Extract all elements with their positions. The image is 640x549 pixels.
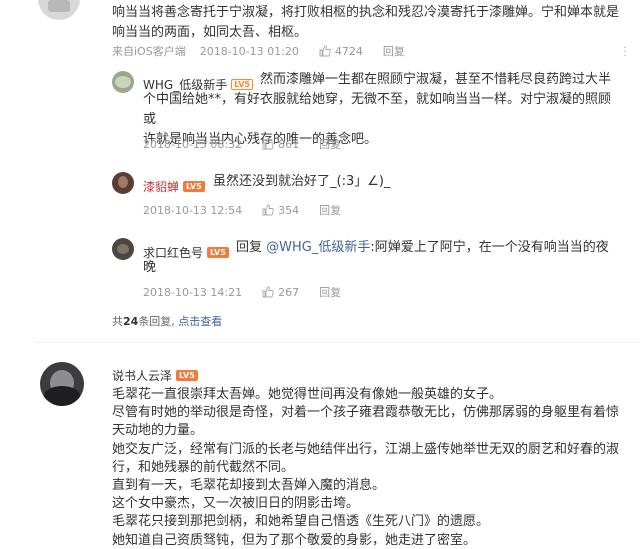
thumb-up-icon bbox=[262, 286, 274, 298]
divider bbox=[35, 342, 640, 343]
thumb-up-icon bbox=[319, 45, 331, 57]
text-line: 这个女中豪杰，又一次被旧日的阴影击垮。 bbox=[112, 496, 360, 512]
like-button[interactable]: 267 bbox=[262, 286, 299, 299]
comment-author[interactable]: 说书人云泽 bbox=[112, 369, 172, 383]
reply-button[interactable]: 回复 bbox=[383, 43, 405, 59]
reply-button[interactable]: 回复 bbox=[319, 202, 341, 218]
text-line: 毛翠花一直很崇拜太吾婵。她觉得世间再没有像她一般英雄的女子。 bbox=[112, 387, 503, 402]
timestamp: 2018-10-13 14:21 bbox=[143, 285, 243, 299]
level-badge: LV5 bbox=[176, 370, 198, 381]
timestamp: 2018-10-13 12:54 bbox=[143, 203, 243, 217]
reply-text: 回复 @WHG_低级新手:阿婵爱上了阿宁，在一个没有响当当的夜 晚 bbox=[143, 238, 623, 278]
text-line: 她交友广泛，经常有门派的长老与她结伴出行，江湖上盛传她举世无双的厨艺和好春的淑 bbox=[112, 441, 620, 457]
reply-meta: 2018-10-13 08:32 861 回复 bbox=[143, 136, 341, 152]
avatar[interactable] bbox=[40, 362, 84, 406]
reply-summary: 共24条回复, 点击查看 bbox=[112, 313, 222, 329]
thumb-up-icon bbox=[262, 204, 274, 216]
timestamp: 2018-10-13 01:20 bbox=[199, 44, 299, 58]
top-comment-text: 响当当将善念寄托于宁淑凝，将打败相枢的执念和残忍冷漠寄托于漆雕婵。宁和婵本就是 … bbox=[112, 3, 632, 43]
mention-link[interactable]: @WHG_低级新手 bbox=[266, 240, 370, 255]
source-label: 来自iOS客户端 bbox=[112, 45, 186, 58]
text-line: 尽管有时她的举动很是奇怪，对着一个孩子雍君霞恭敬无比，仿佛那孱弱的身躯里有着惊 bbox=[112, 405, 620, 421]
comment-text: 毛翠花一直很崇拜太吾婵。她觉得世间再没有像她一般英雄的女子。 尽管有时她的举动很… bbox=[112, 386, 632, 549]
text-line: 行，和她残暴的前代截然不同。 bbox=[112, 459, 295, 475]
avatar[interactable] bbox=[112, 71, 134, 93]
level-badge: LV5 bbox=[183, 181, 205, 192]
top-comment-meta: 来自iOS客户端 2018-10-13 01:20 4724 回复 ⋮ bbox=[112, 43, 632, 59]
like-count: 267 bbox=[278, 285, 300, 299]
like-count: 354 bbox=[278, 203, 300, 217]
like-count: 861 bbox=[278, 137, 300, 151]
reply-button[interactable]: 回复 bbox=[319, 136, 341, 152]
like-button[interactable]: 354 bbox=[262, 204, 299, 217]
text-line: 毛翠花只接到那把剑柄，和她希望自己悟透《生死八门》的遗愿。 bbox=[112, 514, 490, 530]
reply-author-row: 漆貂蝉 LV5 bbox=[143, 176, 205, 195]
summary-prefix: 共 bbox=[112, 315, 123, 328]
thumb-up-icon bbox=[262, 138, 274, 150]
text-line: 响当当的两面，如同太吾、相枢。 bbox=[112, 25, 308, 40]
timestamp: 2018-10-13 08:32 bbox=[143, 137, 243, 151]
reply-count: 24 bbox=[123, 315, 139, 328]
text-line: 她知道自己资质驽钝，但为了那个敬爱的身影，她走进了密室。 bbox=[112, 532, 477, 548]
summary-suffix: 条回复, bbox=[138, 315, 175, 328]
reply-meta: 2018-10-13 14:21 267 回复 bbox=[143, 284, 341, 300]
like-button[interactable]: 861 bbox=[262, 138, 299, 151]
like-count: 4724 bbox=[334, 44, 363, 58]
avatar[interactable] bbox=[112, 172, 134, 194]
comment-author-row: 说书人云泽 LV5 bbox=[112, 365, 198, 384]
text-line: 天动地的力量。 bbox=[112, 423, 204, 439]
like-button[interactable]: 4724 bbox=[319, 45, 363, 58]
reply-meta: 2018-10-13 12:54 354 回复 bbox=[143, 202, 341, 218]
text-line: 直到有一天，毛翠花却接到太吾婵入魔的消息。 bbox=[112, 478, 386, 494]
text-line: 个中国给她**，有好衣服就给她穿，无微不至，就如响当当一样。对宁淑凝的照顾或 bbox=[143, 92, 612, 127]
avatar[interactable] bbox=[112, 238, 134, 260]
text-line: 晚 bbox=[143, 260, 157, 275]
reply-button[interactable]: 回复 bbox=[319, 284, 341, 300]
more-options-icon[interactable]: ⋮ bbox=[619, 44, 632, 58]
reply-text: 虽然还没到就治好了_(:3」∠)_ bbox=[213, 174, 391, 189]
reply-author[interactable]: 漆貂蝉 bbox=[143, 180, 179, 194]
reply-prefix: 回复 bbox=[236, 240, 263, 255]
avatar[interactable] bbox=[38, 0, 80, 20]
view-all-replies-link[interactable]: 点击查看 bbox=[178, 315, 222, 328]
text-line: 然而漆雕婵一生都在照顾宁淑凝，甚至不惜耗尽良药跨过大半 bbox=[260, 72, 612, 87]
reply-body: :阿婵爱上了阿宁，在一个没有响当当的夜 bbox=[370, 240, 609, 255]
text-line: 响当当将善念寄托于宁淑凝，将打败相枢的执念和残忍冷漠寄托于漆雕婵。宁和婵本就是 bbox=[112, 5, 620, 20]
